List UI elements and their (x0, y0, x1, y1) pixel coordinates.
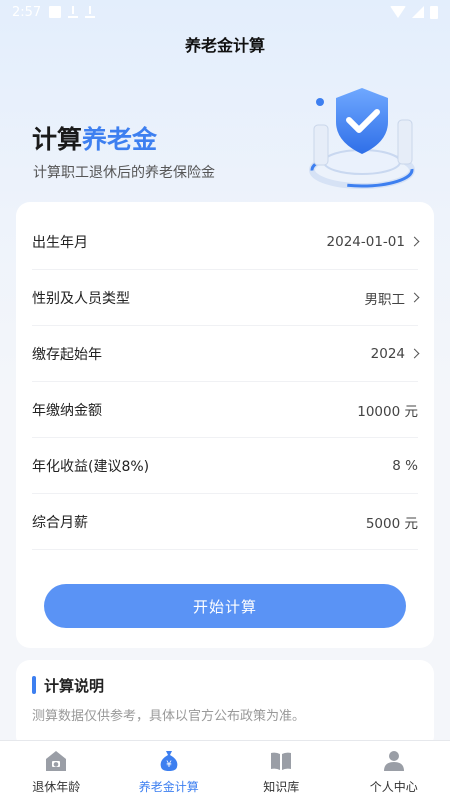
svg-text:●: ● (54, 761, 59, 768)
wifi-icon (390, 6, 406, 18)
section-accent-bar (32, 676, 36, 694)
download-icon (85, 6, 96, 18)
hero-subtitle: 计算职工退休后的养老保险金 (33, 165, 215, 181)
start-year-value[interactable]: 2024 (370, 345, 420, 362)
status-time: 2:57 (12, 4, 42, 20)
annual-payment-row[interactable]: 年缴纳金额 10000 元 (32, 382, 418, 438)
tab-profile[interactable]: 个人中心 (338, 741, 450, 800)
chevron-right-icon (409, 348, 420, 359)
tab-retirement-age[interactable]: ● 退休年龄 (0, 741, 113, 800)
tab-label: 知识库 (263, 780, 300, 794)
row-label: 缴存起始年 (32, 346, 102, 363)
notes-title: 计算说明 (44, 677, 105, 695)
tab-label: 养老金计算 (138, 780, 199, 794)
download-icon (68, 6, 79, 18)
money-bag-icon: ¥ (160, 751, 178, 771)
chevron-right-icon (409, 292, 420, 303)
annual-return-row[interactable]: 年化收益(建议8%) 8 % (32, 438, 418, 494)
calculator-form-card: 出生年月 2024-01-01 性别及人员类型 男职工 缴存起始年 2024 年… (16, 202, 434, 648)
start-calculation-button[interactable]: 开始计算 (44, 584, 406, 628)
monthly-salary-row[interactable]: 综合月薪 5000 元 (32, 494, 418, 550)
monthly-salary-input[interactable]: 5000 元 (366, 512, 418, 532)
tab-label: 退休年龄 (32, 780, 81, 794)
battery-icon (430, 5, 438, 19)
tab-pension-calculator[interactable]: ¥ 养老金计算 (113, 741, 226, 800)
birth-date-value[interactable]: 2024-01-01 (326, 233, 420, 250)
birth-date-row[interactable]: 出生年月 2024-01-01 (32, 214, 420, 270)
person-icon (383, 751, 404, 771)
calculation-notes-card: 计算说明 测算数据仅供参考，具体以官方公布政策为准。 (16, 660, 434, 750)
row-value: 2024 (370, 345, 405, 362)
notes-text: 测算数据仅供参考，具体以官方公布政策为准。 (32, 709, 306, 724)
hero-title-prefix: 计算 (32, 125, 83, 154)
chevron-right-icon (409, 236, 420, 247)
row-label: 年化收益(建议8%) (32, 458, 150, 475)
start-year-row[interactable]: 缴存起始年 2024 (32, 326, 420, 382)
house-icon: ● (46, 751, 67, 771)
row-label: 年缴纳金额 (32, 402, 102, 419)
row-label: 出生年月 (32, 234, 88, 251)
row-label: 性别及人员类型 (32, 290, 130, 307)
hero-title-accent: 养老金 (82, 125, 158, 154)
svg-text:¥: ¥ (166, 760, 172, 770)
gender-type-value[interactable]: 男职工 (364, 288, 420, 308)
tab-knowledge-base[interactable]: 知识库 (225, 741, 338, 800)
book-icon (271, 752, 292, 770)
row-value: 2024-01-01 (326, 233, 405, 250)
tab-label: 个人中心 (369, 780, 418, 794)
annual-return-input[interactable]: 8 % (392, 458, 418, 474)
system-icons (390, 5, 438, 19)
shield-check-illustration-icon (309, 88, 415, 189)
notification-icons (49, 6, 96, 18)
annual-payment-input[interactable]: 10000 元 (357, 400, 418, 420)
row-label: 综合月薪 (32, 514, 88, 531)
row-value: 男职工 (364, 291, 406, 308)
notification-icon (49, 6, 62, 18)
bottom-tab-bar: ● 退休年龄 ¥ 养老金计算 知识库 个人中心 (0, 740, 450, 800)
gender-type-row[interactable]: 性别及人员类型 男职工 (32, 270, 420, 326)
hero-title: 计算养老金 (32, 120, 157, 156)
signal-icon (412, 6, 424, 18)
status-bar: 2:57 (0, 0, 450, 24)
page-title: 养老金计算 (184, 36, 265, 55)
